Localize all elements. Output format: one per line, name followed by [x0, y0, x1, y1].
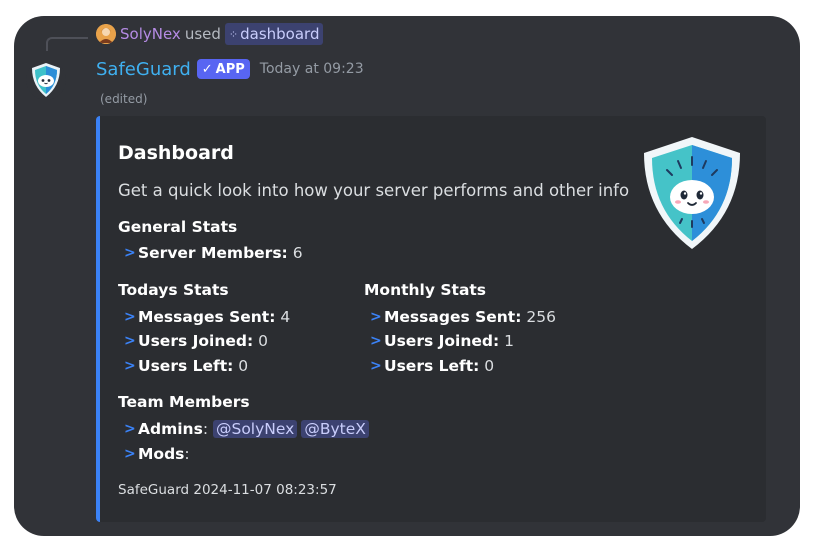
chevron-right-icon: > [124, 446, 136, 462]
chevron-right-icon: > [370, 358, 382, 374]
monthly-stat-users-joined: > Users Joined: 1 [364, 332, 514, 350]
reply-connector [46, 37, 88, 51]
monthly-stat-messages-sent: > Messages Sent: 256 [364, 308, 556, 326]
command-name: dashboard [240, 25, 320, 43]
todays-stats-title: Todays Stats [118, 281, 229, 299]
command-icon: ⁘ [228, 27, 238, 41]
today-stat-messages-sent: > Messages Sent: 4 [118, 308, 290, 326]
team-admins-line: > Admins: @SolyNex @ByteX [118, 420, 373, 438]
chevron-right-icon: > [370, 333, 382, 349]
embed-description: Get a quick look into how your server pe… [118, 181, 630, 200]
slash-command-pill[interactable]: ⁘ dashboard [224, 23, 324, 45]
chevron-right-icon: > [124, 309, 136, 325]
message-header: SafeGuard ✓ APP Today at 09:23 [96, 56, 364, 82]
today-stat-users-left: > Users Left: 0 [118, 357, 248, 375]
shield-mascot-icon [32, 63, 60, 97]
discord-message-frame: SolyNex used ⁘ dashboard SafeGuard ✓ APP… [14, 16, 800, 536]
general-stats-title: General Stats [118, 218, 238, 236]
chevron-right-icon: > [124, 358, 136, 374]
checkmark-icon: ✓ [201, 61, 213, 77]
reply-username[interactable]: SolyNex [120, 25, 181, 43]
team-mods-line: > Mods: [118, 445, 190, 463]
monthly-stats-title: Monthly Stats [364, 281, 487, 299]
chevron-right-icon: > [124, 333, 136, 349]
app-badge-label: APP [215, 61, 245, 77]
message-timestamp[interactable]: Today at 09:23 [260, 61, 364, 77]
admin-mention[interactable]: @SolyNex [212, 420, 298, 438]
reply-user-avatar[interactable] [96, 24, 116, 44]
dashboard-embed: Dashboard Get a quick look into how your… [96, 116, 766, 522]
admin-mention[interactable]: @ByteX [301, 420, 369, 438]
chevron-right-icon: > [124, 245, 136, 261]
embed-footer: SafeGuard 2024-11-07 08:23:57 [118, 482, 337, 498]
reply-context[interactable]: SolyNex used ⁘ dashboard [96, 23, 324, 45]
shield-mascot-thumbnail[interactable] [640, 135, 744, 251]
chevron-right-icon: > [124, 421, 136, 437]
bot-username[interactable]: SafeGuard [96, 59, 191, 80]
chevron-right-icon: > [370, 309, 382, 325]
reply-used-text: used [184, 25, 221, 43]
edited-marker: (edited) [100, 92, 148, 106]
bot-avatar[interactable] [26, 60, 66, 100]
monthly-stat-users-left: > Users Left: 0 [364, 357, 494, 375]
team-members-title: Team Members [118, 393, 250, 411]
today-stat-users-joined: > Users Joined: 0 [118, 332, 268, 350]
general-stat-server-members: > Server Members: 6 [118, 244, 303, 262]
embed-title: Dashboard [118, 142, 234, 164]
app-badge: ✓ APP [196, 59, 250, 79]
